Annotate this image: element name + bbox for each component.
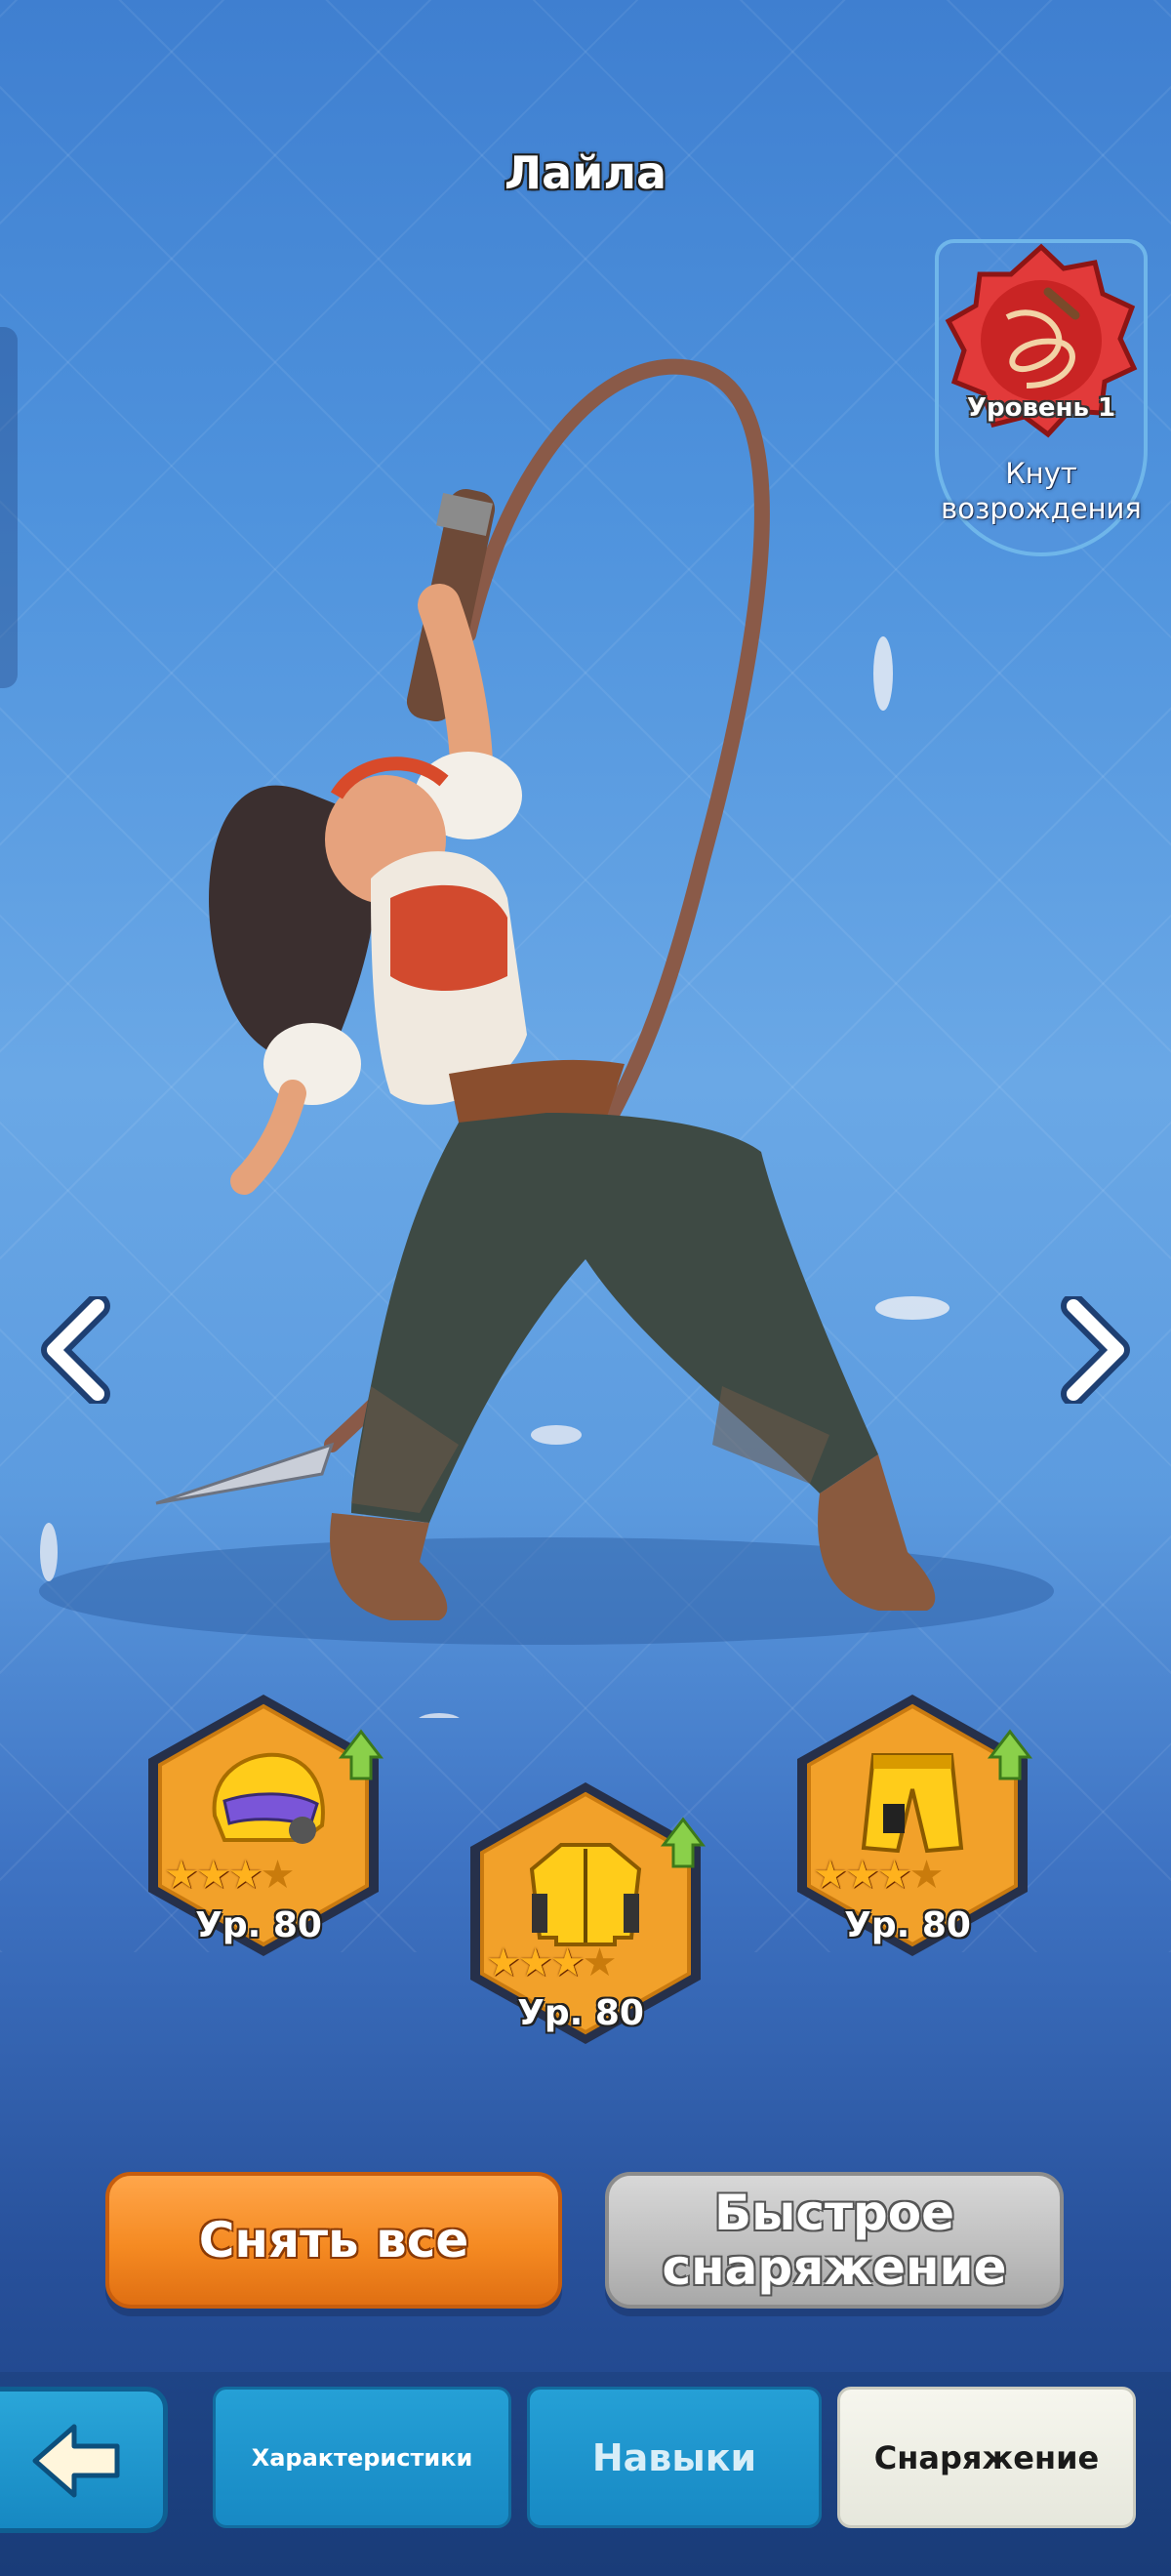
pants-icon [861,1753,964,1854]
star-filled-icon: ★ [876,1853,912,1898]
star-filled-icon: ★ [486,1941,521,1985]
equipment-slot-helmet[interactable]: ★★★★ Ур. 80 [137,1689,390,1972]
star-filled-icon: ★ [164,1853,199,1898]
star-filled-icon: ★ [549,1941,586,1985]
star-filled-icon: ★ [227,1853,263,1898]
quick-equip-button[interactable]: Быстрое снаряжение [605,2172,1064,2309]
jacket-icon [529,1843,642,1946]
hero-character [39,358,1054,1718]
equipment-slot-pants[interactable]: ★★★★ Ур. 80 [786,1689,1039,1972]
star-empty-icon: ★ [909,1853,945,1898]
unequip-all-button[interactable]: Снять все [105,2172,562,2309]
tab-equipment[interactable]: Снаряжение [837,2387,1136,2528]
star-filled-icon: ★ [195,1853,231,1898]
star-filled-icon: ★ [517,1941,553,1985]
chevron-left-icon[interactable] [39,1296,117,1404]
equipment-slot-armor[interactable]: ★★★★ Ур. 80 [459,1777,712,2060]
gear-level: Ур. 80 [195,1905,322,1945]
hero-name: Лайла [504,146,667,199]
chevron-right-icon[interactable] [1054,1296,1132,1404]
star-empty-icon: ★ [260,1853,296,1898]
back-button[interactable] [0,2387,168,2533]
gear-level: Ур. 80 [844,1905,971,1945]
star-filled-icon: ★ [844,1853,880,1898]
tab-characteristics[interactable]: Характеристики [213,2387,511,2528]
arrow-left-icon [32,2424,120,2498]
star-filled-icon: ★ [813,1853,848,1898]
gear-level: Ур. 80 [517,1993,644,2033]
rating-stars: ★★★★ [164,1853,296,1898]
tab-skills[interactable]: Навыки [527,2387,822,2528]
helmet-icon [212,1752,325,1844]
rating-stars: ★★★★ [486,1941,618,1985]
star-empty-icon: ★ [582,1941,618,1985]
rating-stars: ★★★★ [813,1853,945,1898]
